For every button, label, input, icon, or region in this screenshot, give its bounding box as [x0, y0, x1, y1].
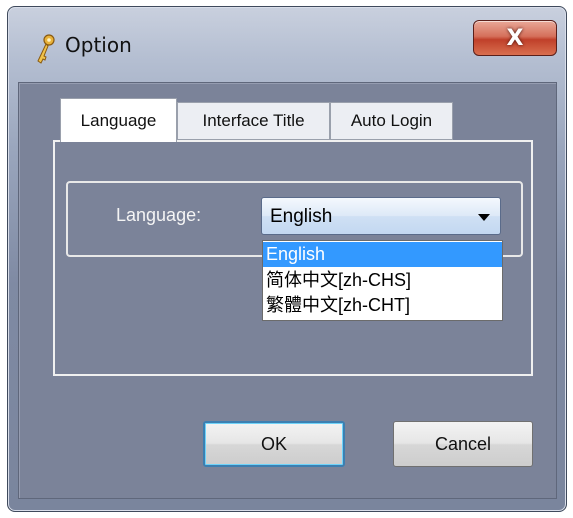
language-option-zh-cht[interactable]: 繁體中文[zh-CHT] — [263, 293, 502, 318]
ok-button-label: OK — [260, 433, 287, 454]
window-title: Option — [65, 33, 132, 57]
close-button[interactable]: X — [473, 20, 557, 56]
language-option-english[interactable]: English — [263, 242, 502, 267]
key-icon — [37, 34, 55, 64]
language-option-zh-chs[interactable]: 简体中文[zh-CHS] — [263, 268, 502, 293]
tab-language[interactable]: Language — [60, 98, 177, 142]
close-icon: X — [506, 25, 524, 51]
tab-interface-title[interactable]: Interface Title — [177, 102, 330, 140]
cancel-button[interactable]: Cancel — [393, 421, 533, 467]
tab-label: Interface Title — [202, 111, 305, 130]
language-dropdown-list: English 简体中文[zh-CHS] 繁體中文[zh-CHT] — [262, 240, 503, 321]
tab-auto-login[interactable]: Auto Login — [330, 102, 453, 140]
tab-label: Auto Login — [350, 111, 433, 130]
ok-button[interactable]: OK — [203, 421, 345, 467]
tab-label: Language — [80, 110, 157, 130]
cancel-button-label: Cancel — [434, 433, 492, 454]
